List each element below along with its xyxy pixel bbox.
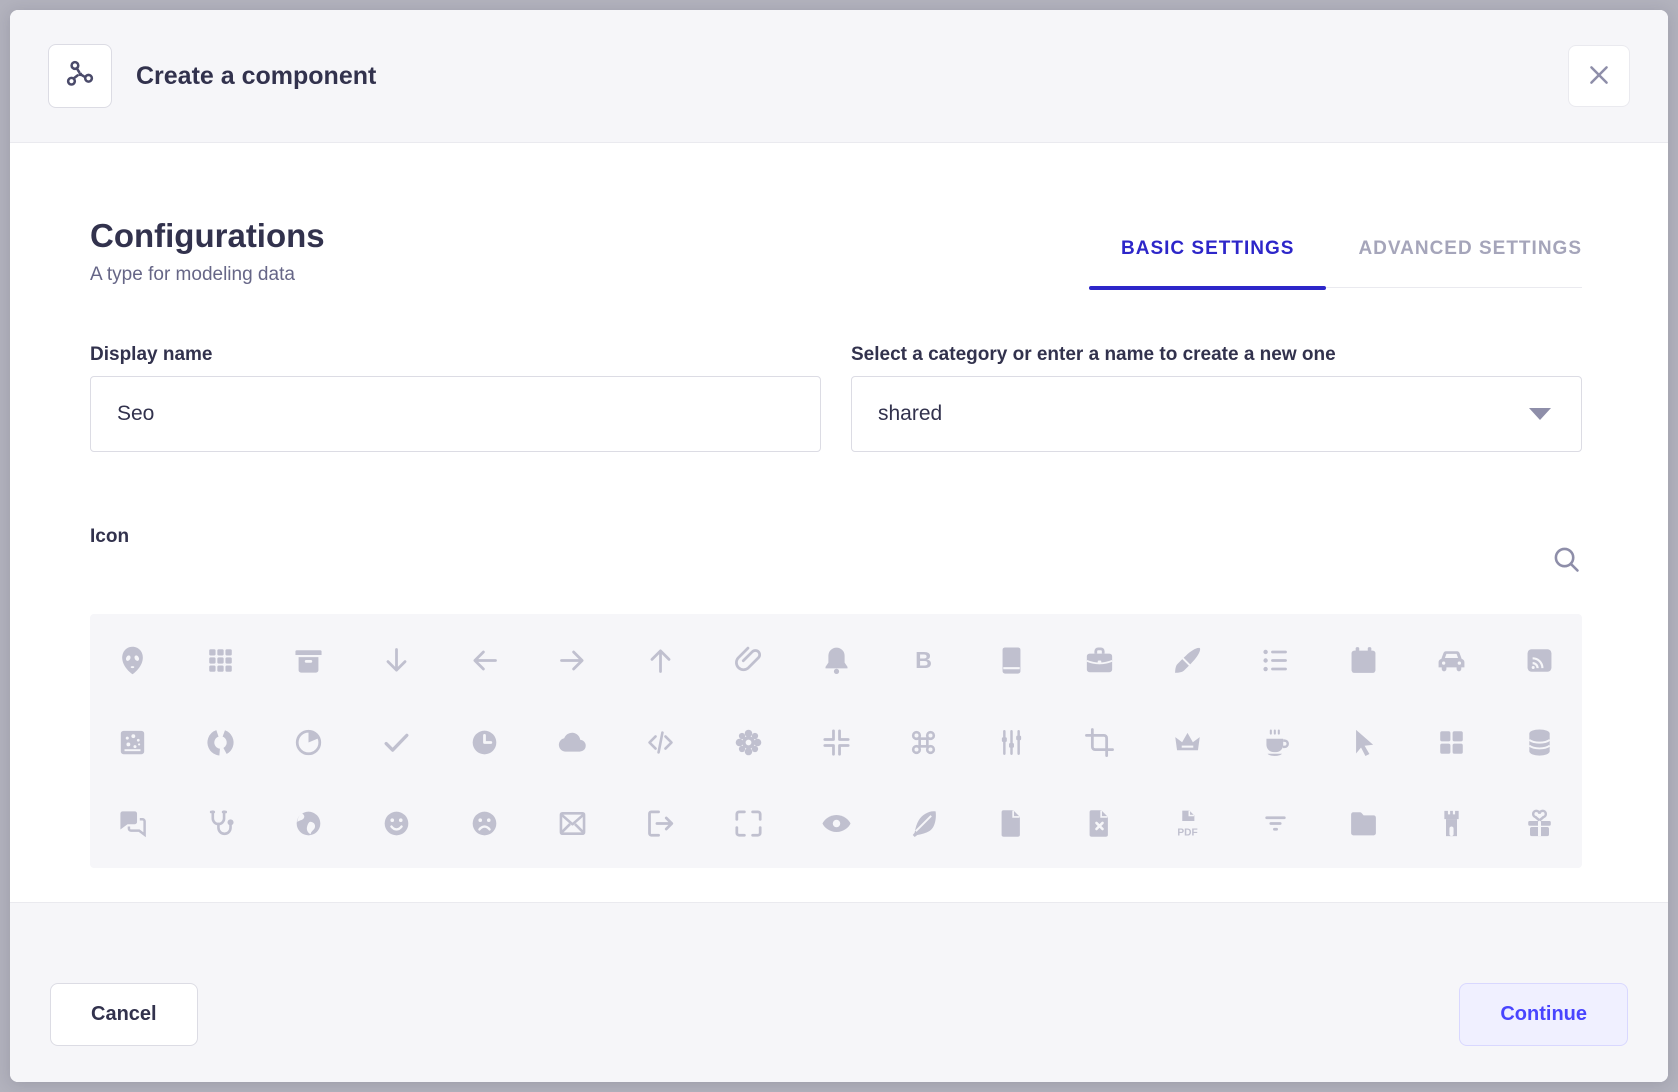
book-icon[interactable] [995,644,1028,677]
calendar-icon[interactable] [1347,644,1380,677]
arrow-left-icon[interactable] [468,644,501,677]
cast-icon[interactable] [1523,644,1556,677]
continue-button[interactable]: Continue [1459,983,1628,1046]
filter-icon[interactable] [1259,807,1292,840]
page-title: Configurations [90,217,325,255]
briefcase-icon[interactable] [1083,644,1116,677]
display-name-input[interactable] [90,376,821,452]
chart-pie-icon[interactable] [292,726,325,759]
discuss-icon[interactable] [116,807,149,840]
file-pdf-icon[interactable]: PDF [1171,807,1204,840]
modal-header: Create a component [10,10,1668,143]
bell-icon[interactable] [820,644,853,677]
tab-basic-settings[interactable]: BASIC SETTINGS [1089,238,1326,287]
command-icon[interactable] [907,726,940,759]
modal-title: Create a component [136,62,376,91]
close-icon [1586,62,1612,91]
exit-icon[interactable] [644,807,677,840]
arrow-right-icon[interactable] [556,644,589,677]
crown-icon[interactable] [1171,726,1204,759]
tab-advanced-settings[interactable]: ADVANCED SETTINGS [1326,238,1582,287]
search-icon[interactable] [1551,544,1582,580]
car-icon[interactable] [1435,644,1468,677]
bullet-list-icon[interactable] [1259,644,1292,677]
arrow-down-icon[interactable] [380,644,413,677]
chart-donut-icon[interactable] [204,726,237,759]
apps-grid-icon[interactable] [204,644,237,677]
emotion-unhappy-icon[interactable] [468,807,501,840]
cog-icon[interactable] [732,726,765,759]
stethoscope-icon[interactable] [204,807,237,840]
chevron-down-icon [1529,408,1551,420]
clock-icon[interactable] [468,726,501,759]
code-icon[interactable] [644,726,677,759]
svg-text:B: B [916,647,933,673]
modal-body: Configurations A type for modeling data … [10,143,1668,902]
sliders-icon[interactable] [995,726,1028,759]
check-icon[interactable] [380,726,413,759]
icon-grid: B PDF [90,614,1582,868]
file-error-icon[interactable] [1083,807,1116,840]
category-select[interactable]: shared [851,376,1582,452]
display-name-label: Display name [90,344,821,367]
category-field: Select a category or enter a name to cre… [851,344,1582,453]
paint-brush-icon[interactable] [1171,644,1204,677]
cursor-icon[interactable] [1347,726,1380,759]
page-subtitle: A type for modeling data [90,263,325,288]
feather-icon[interactable] [907,807,940,840]
icon-picker-header: Icon [90,516,1582,582]
eye-icon[interactable] [820,807,853,840]
emotion-happy-icon[interactable] [380,807,413,840]
heading-block: Configurations A type for modeling data [90,217,325,288]
arrow-up-icon[interactable] [644,644,677,677]
database-icon[interactable] [1523,726,1556,759]
cancel-button[interactable]: Cancel [50,983,198,1046]
gift-icon[interactable] [1523,807,1556,840]
file-icon[interactable] [995,807,1028,840]
icon-grid-row: B [116,644,1556,677]
icon-label: Icon [90,516,129,582]
component-nodes-icon [64,58,96,95]
castle-gate-icon[interactable] [1435,807,1468,840]
collapse-icon[interactable] [820,726,853,759]
category-selected-value: shared [878,402,942,426]
close-button[interactable] [1568,45,1630,107]
settings-tabs: BASIC SETTINGS ADVANCED SETTINGS [1089,238,1582,288]
component-icon-box [48,44,112,108]
modal-footer: Cancel Continue [10,902,1668,1082]
form-row: Display name Select a category or enter … [90,344,1582,453]
heading-row: Configurations A type for modeling data … [90,217,1582,288]
envelope-icon[interactable] [556,807,589,840]
display-name-field: Display name [90,344,821,453]
cloud-icon[interactable] [556,726,589,759]
paperclip-icon[interactable] [732,644,765,677]
earth-icon[interactable] [292,807,325,840]
category-label: Select a category or enter a name to cre… [851,344,1582,367]
alien-icon[interactable] [116,644,149,677]
bold-icon[interactable]: B [907,644,940,677]
icon-grid-row [116,726,1556,759]
crop-icon[interactable] [1083,726,1116,759]
icon-grid-row: PDF [116,807,1556,840]
dashboard-icon[interactable] [1435,726,1468,759]
expand-icon[interactable] [732,807,765,840]
coffee-cup-icon[interactable] [1259,726,1292,759]
svg-text:PDF: PDF [1178,828,1198,839]
chart-bubble-icon[interactable] [116,726,149,759]
folder-icon[interactable] [1347,807,1380,840]
archive-icon[interactable] [292,644,325,677]
create-component-modal: Create a component Configurations A type… [10,10,1668,1082]
